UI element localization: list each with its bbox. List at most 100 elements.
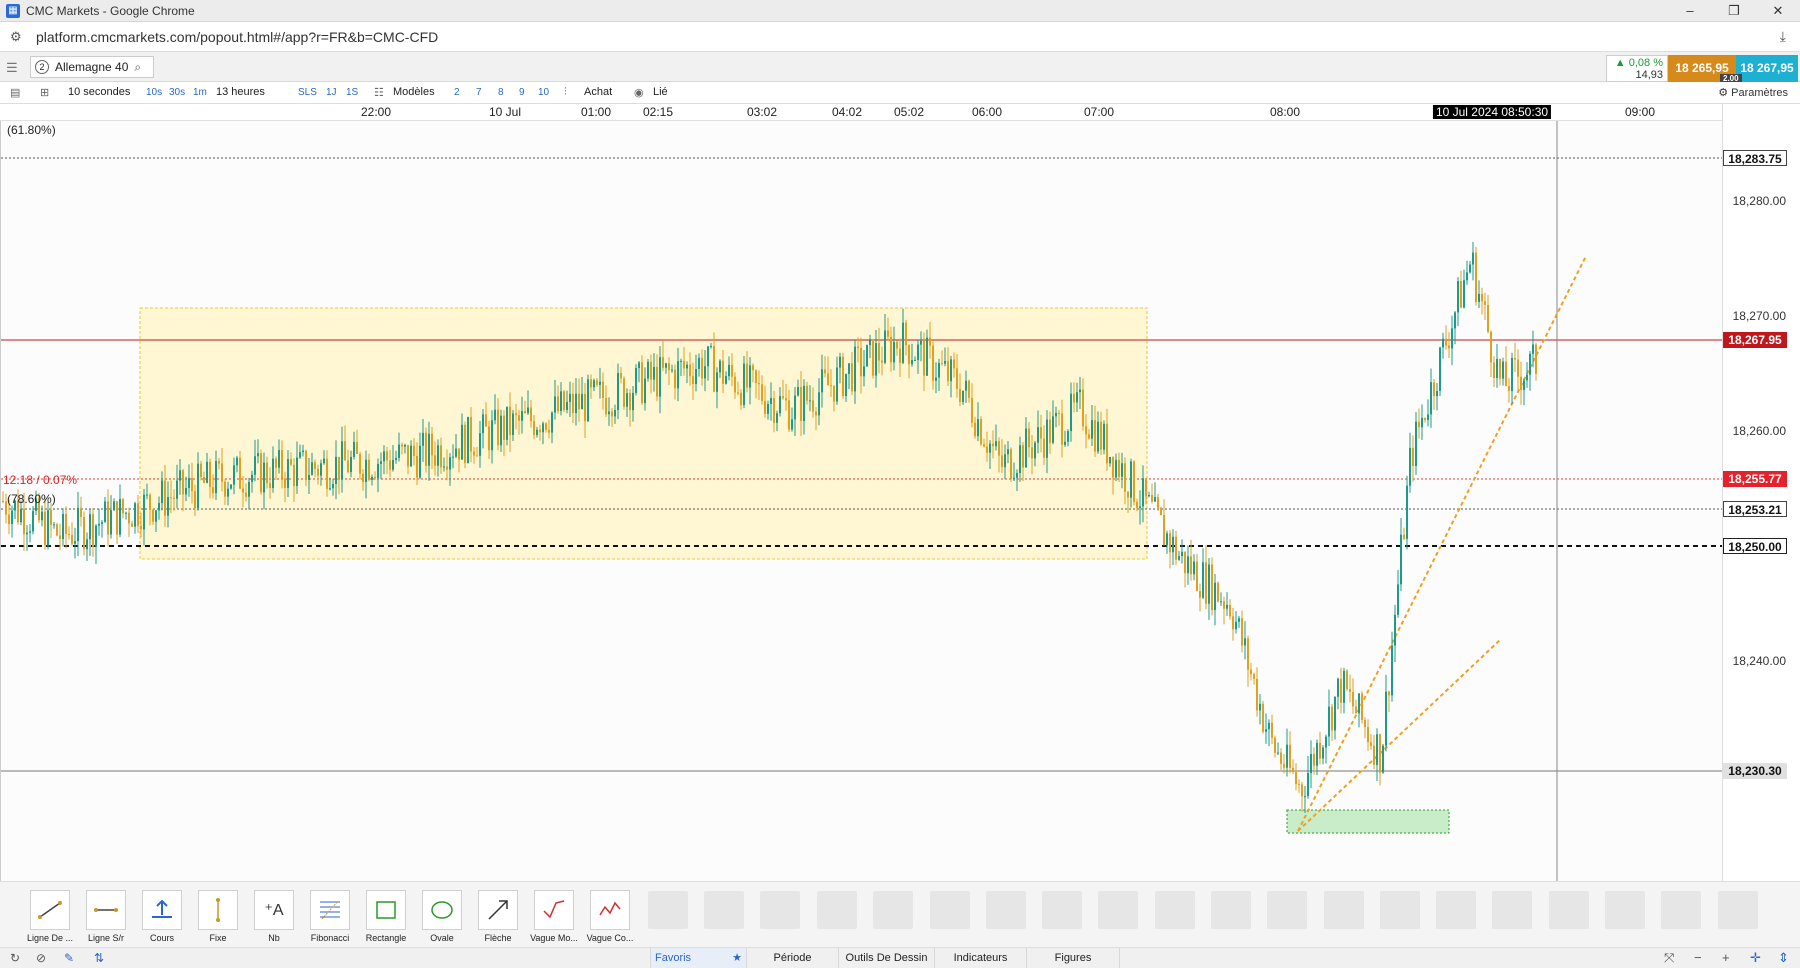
empty-tool-slot[interactable] xyxy=(1267,891,1307,929)
layout-icon[interactable]: ⊞ xyxy=(40,86,49,99)
candle-body xyxy=(1457,281,1459,313)
tool-fixed-line[interactable]: Fixe xyxy=(190,890,246,943)
search-icon[interactable]: ⌕ xyxy=(134,60,141,75)
preset-2[interactable]: 2 xyxy=(454,87,460,98)
site-settings-icon[interactable]: ⚙ xyxy=(10,29,28,45)
menu-icon[interactable]: ☰ xyxy=(6,60,18,76)
candle-body xyxy=(1412,447,1414,466)
tab-drawing-tools[interactable]: Outils De Dessin xyxy=(838,948,934,968)
tool-trend-line[interactable]: Ligne De ... xyxy=(22,890,78,943)
pencil-icon[interactable]: ✎ xyxy=(64,951,74,965)
period-select[interactable]: 10 secondes xyxy=(68,86,130,98)
candle-body xyxy=(713,346,715,392)
candle-body xyxy=(1196,561,1198,592)
tab-indicators[interactable]: Indicateurs xyxy=(934,948,1026,968)
crosshair-icon[interactable]: ✛ xyxy=(1750,950,1761,966)
linked-button[interactable]: Lié xyxy=(653,86,668,98)
maximize-button[interactable]: ❐ xyxy=(1712,0,1756,22)
instrument-selector[interactable]: 2 Allemagne 40 ⌕ xyxy=(30,56,154,78)
zoom-out-icon[interactable]: − xyxy=(1694,950,1702,965)
tool-rectangle[interactable]: Rectangle xyxy=(358,890,414,943)
candle-body xyxy=(1313,753,1315,766)
empty-tool-slot[interactable] xyxy=(1549,891,1589,929)
duration-select[interactable]: 13 heures xyxy=(216,86,265,98)
cancel-icon[interactable]: ⊘ xyxy=(36,951,46,965)
empty-tool-slot[interactable] xyxy=(704,891,744,929)
tool-label: Ovale xyxy=(430,933,454,943)
expand-icon[interactable]: ⇕ xyxy=(1778,950,1789,966)
empty-tool-slot[interactable] xyxy=(648,891,688,929)
price-chart[interactable]: (61.80%) (78.60%) 12.18 / 0.07% xyxy=(0,121,1723,881)
empty-tool-slot[interactable] xyxy=(1436,891,1476,929)
tf-sls[interactable]: SLS xyxy=(298,87,317,98)
close-button[interactable]: ✕ xyxy=(1756,0,1800,22)
buy-button[interactable]: 18 267,95 2.00 xyxy=(1720,55,1798,84)
tool-fibonacci[interactable]: Fibonacci xyxy=(302,890,358,943)
preset-9[interactable]: 9 xyxy=(519,87,525,98)
empty-tool-slot[interactable] xyxy=(1605,891,1645,929)
empty-tool-slot[interactable] xyxy=(930,891,970,929)
candle-body xyxy=(1244,638,1246,646)
url-text[interactable]: platform.cmcmarkets.com/popout.html#/app… xyxy=(36,29,438,45)
empty-tool-slot[interactable] xyxy=(760,891,800,929)
chart-canvas[interactable] xyxy=(1,121,1723,881)
tool-sr-line[interactable]: Ligne S/r xyxy=(78,890,134,943)
minimize-button[interactable]: – xyxy=(1668,0,1712,22)
empty-tool-slot[interactable] xyxy=(1718,891,1758,929)
empty-tool-slot[interactable] xyxy=(1492,891,1532,929)
empty-tool-slot[interactable] xyxy=(1324,891,1364,929)
tool-arrow[interactable]: Flèche xyxy=(470,890,526,943)
tool-wave[interactable]: Vague Mo... xyxy=(526,890,582,943)
empty-tool-slot[interactable] xyxy=(1380,891,1420,929)
tool-oval[interactable]: Ovale xyxy=(414,890,470,943)
tool-text-note[interactable]: ⁺A Nb xyxy=(246,890,302,943)
candle-body xyxy=(431,433,433,456)
tf-10s[interactable]: 10s xyxy=(146,87,162,98)
models-icon[interactable]: ☷ xyxy=(374,86,384,99)
candle-body xyxy=(260,453,262,493)
tf-1m[interactable]: 1m xyxy=(193,87,207,98)
tab-favorites[interactable]: Favoris ★ xyxy=(650,948,746,968)
swap-icon[interactable]: ⇅ xyxy=(94,951,104,965)
candle-body xyxy=(455,448,457,457)
chart-type-icon[interactable]: ⫶ xyxy=(564,86,567,99)
tab-figures[interactable]: Figures xyxy=(1026,948,1120,968)
candle-body xyxy=(1256,678,1258,711)
tf-1s[interactable]: 1S xyxy=(346,87,358,98)
download-icon[interactable]: ⤓ xyxy=(1780,28,1786,45)
preset-8[interactable]: 8 xyxy=(498,87,504,98)
fibonacci-icon xyxy=(310,890,350,930)
candle-body xyxy=(482,414,484,434)
empty-tool-slot[interactable] xyxy=(986,891,1026,929)
refresh-icon[interactable]: ↻ xyxy=(10,951,20,965)
empty-tool-slot[interactable] xyxy=(1098,891,1138,929)
candle-body xyxy=(635,368,637,393)
models-button[interactable]: Modèles xyxy=(393,86,435,98)
settings-button[interactable]: ⚙ Paramètres xyxy=(1718,86,1788,99)
candle-body xyxy=(233,465,235,485)
candle-body xyxy=(515,413,517,416)
tool-wave-corrective[interactable]: Vague Co... xyxy=(582,890,638,943)
empty-tool-slot[interactable] xyxy=(817,891,857,929)
candle-body xyxy=(1211,564,1213,611)
candle-body xyxy=(857,346,859,348)
zoom-in-icon[interactable]: + xyxy=(1722,950,1730,965)
tf-30s[interactable]: 30s xyxy=(169,87,185,98)
empty-tool-slot[interactable] xyxy=(873,891,913,929)
tab-period[interactable]: Période xyxy=(746,948,838,968)
empty-tool-slot[interactable] xyxy=(1211,891,1251,929)
list-icon[interactable]: ▤ xyxy=(10,86,20,99)
preset-10[interactable]: 10 xyxy=(538,87,549,98)
candle-body xyxy=(902,322,904,363)
address-bar[interactable]: ⚙ platform.cmcmarkets.com/popout.html#/a… xyxy=(0,22,1800,52)
tool-price-line[interactable]: Cours xyxy=(134,890,190,943)
empty-tool-slot[interactable] xyxy=(1155,891,1195,929)
link-icon[interactable]: ◉ xyxy=(634,86,644,99)
buy-mode-button[interactable]: Achat xyxy=(584,86,612,98)
tf-1j[interactable]: 1J xyxy=(326,87,337,98)
candle-body xyxy=(1418,421,1420,428)
empty-tool-slot[interactable] xyxy=(1042,891,1082,929)
empty-tool-slot[interactable] xyxy=(1661,891,1701,929)
preset-7[interactable]: 7 xyxy=(476,87,482,98)
fit-icon[interactable]: ⤧ xyxy=(1664,950,1674,966)
